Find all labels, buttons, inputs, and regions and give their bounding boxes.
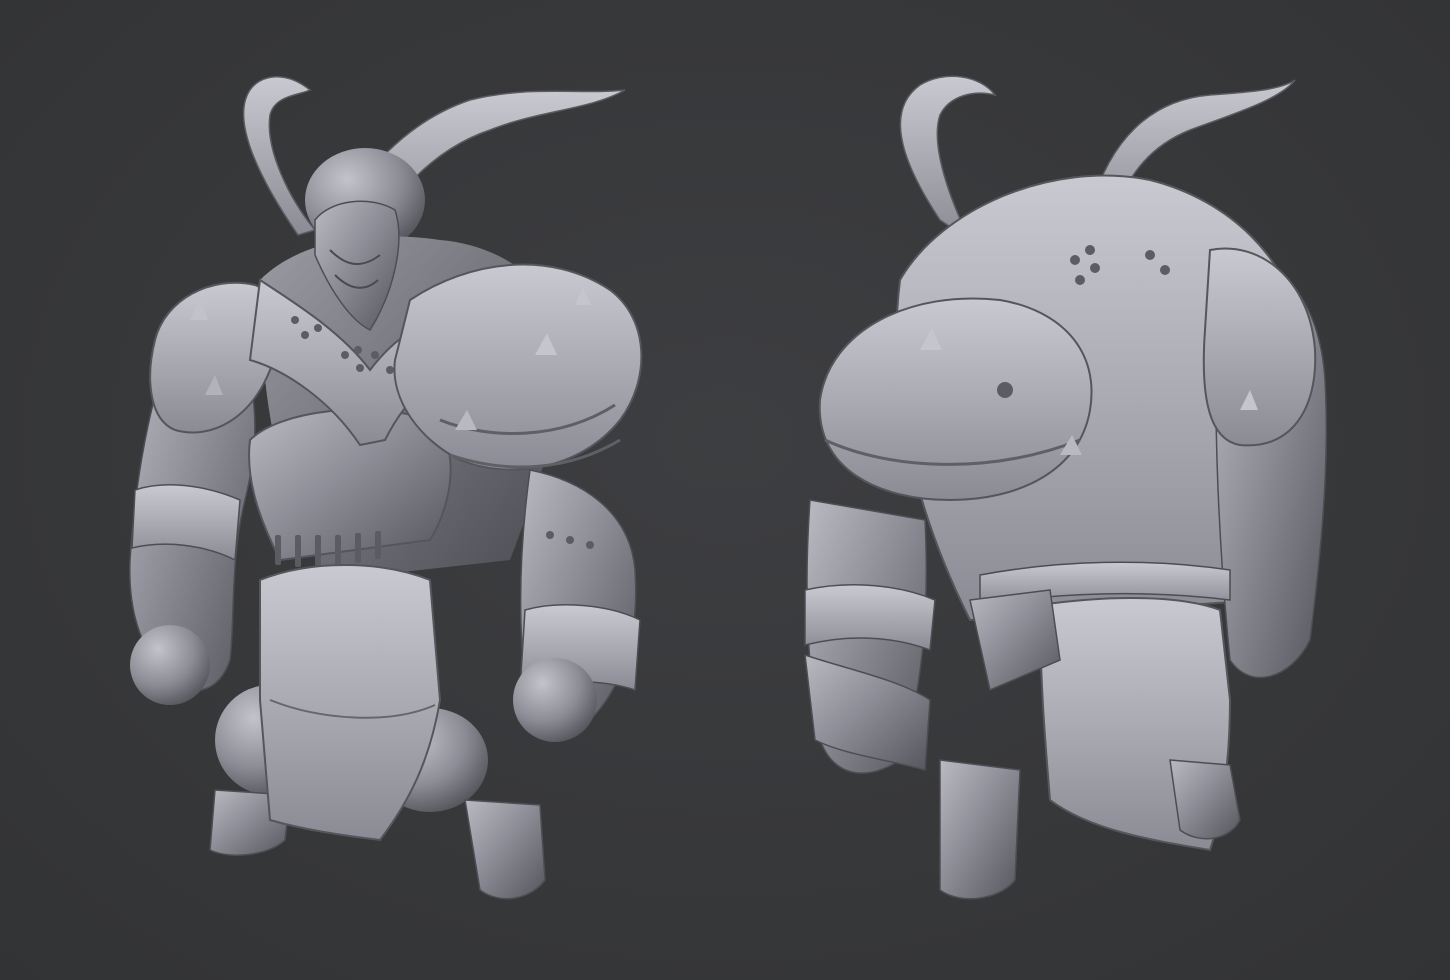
right-pauldron [393, 263, 643, 471]
left-fist [130, 625, 210, 705]
left-pauldron [818, 297, 1093, 502]
armored-knight-front-view [110, 0, 670, 960]
left-greave [939, 759, 1021, 900]
right-fist [513, 658, 597, 742]
armored-knight-back-view [790, 0, 1350, 960]
right-greave [1169, 759, 1241, 840]
right-greave [464, 799, 546, 900]
left-horn [242, 76, 317, 236]
right-pauldron [1202, 247, 1317, 447]
render-viewport [0, 0, 1450, 980]
